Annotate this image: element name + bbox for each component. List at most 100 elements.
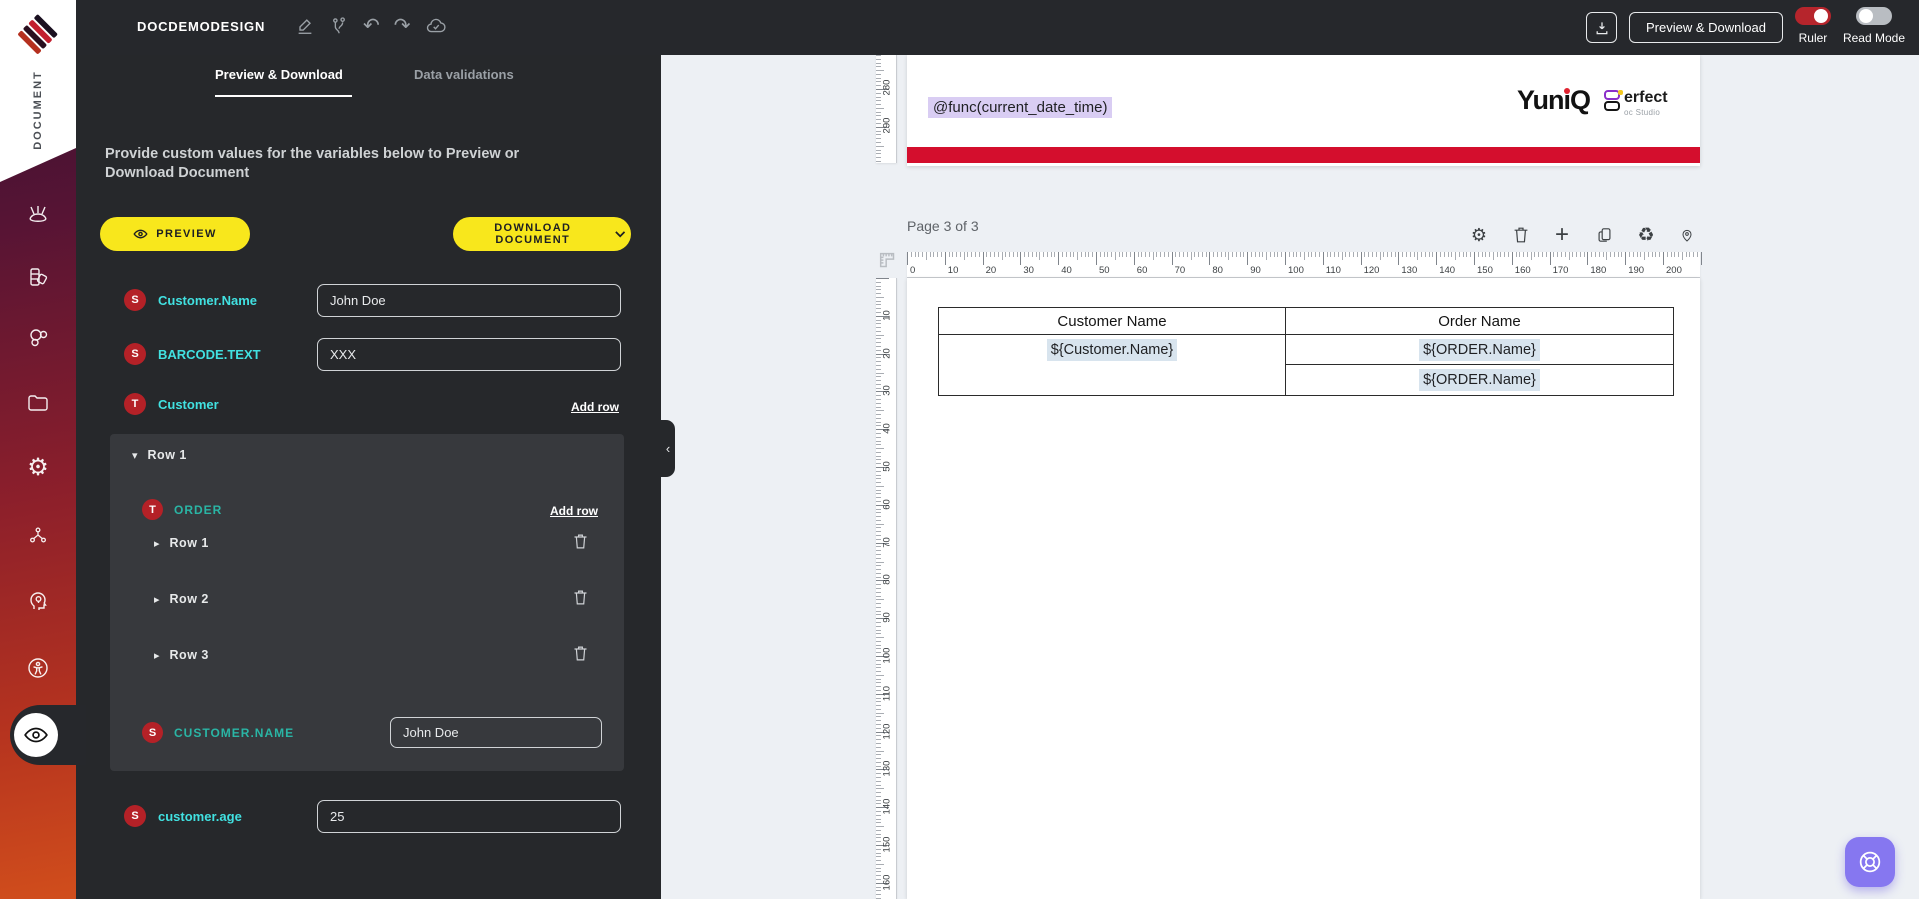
ruler-toggle-knob (1813, 9, 1828, 23)
ruler-tick (876, 708, 881, 710)
ruler-tick (1353, 252, 1355, 257)
node-network-icon (30, 527, 46, 543)
help-floating-button[interactable] (1845, 837, 1895, 887)
barcode-text-input[interactable] (317, 338, 621, 371)
ruler-tick (876, 501, 881, 503)
date-variable-token[interactable]: @func(current_date_time) (928, 97, 1113, 118)
order-name-token[interactable]: ${ORDER.Name} (1419, 338, 1540, 361)
document-page-2[interactable]: @func(current_date_time) YuniQ erfect oc … (907, 55, 1700, 166)
page-delete-icon[interactable] (1509, 223, 1533, 247)
versions-icon[interactable] (329, 16, 349, 36)
order-row-1[interactable]: ▸ Row 1 (154, 536, 209, 550)
preview-button[interactable]: PREVIEW (100, 217, 250, 251)
sidebar-item-accessibility[interactable] (0, 651, 76, 685)
ruler-tick (986, 252, 988, 257)
title-toolbar: ↶ ↷ (295, 12, 447, 40)
ruler-tick (1073, 252, 1075, 257)
sidebar-item-design-tools[interactable] (0, 198, 76, 232)
page-settings-gear-icon[interactable]: ⚙ (1467, 223, 1491, 247)
ruler-tick (876, 395, 881, 397)
table-header-order-name[interactable]: Order Name (1286, 308, 1673, 334)
ruler-tick (1341, 252, 1343, 260)
sidebar-item-network[interactable] (0, 518, 76, 552)
ruler-tick (1322, 252, 1324, 265)
page-duplicate-icon[interactable] (1592, 223, 1616, 247)
ruler-tick (1224, 252, 1226, 257)
delete-row-1-icon[interactable] (573, 533, 588, 555)
document-table[interactable]: Customer Name Order Name ${Customer.Name… (938, 307, 1674, 396)
field-row-customer-name: S CUSTOMER.NAME (142, 722, 294, 743)
document-page-3[interactable]: Customer Name Order Name ${Customer.Name… (907, 278, 1700, 899)
ruler-tick (952, 252, 954, 257)
ruler-tick (967, 252, 969, 257)
tab-data-validations[interactable]: Data validations (414, 67, 514, 82)
ruler-tick (876, 516, 881, 518)
sidebar-item-molecule[interactable] (0, 320, 76, 354)
rename-pencil-icon[interactable] (295, 16, 315, 36)
sidebar-item-settings[interactable]: ⚙ (0, 450, 76, 484)
order-name-token[interactable]: ${ORDER.Name} (1419, 369, 1540, 391)
page-pin-icon[interactable] (1675, 223, 1699, 247)
ruler-tick (876, 761, 881, 763)
redo-icon[interactable]: ↷ (394, 12, 411, 40)
ruler-tick (876, 364, 881, 366)
add-row-link-customer[interactable]: Add row (571, 400, 619, 414)
sidebar-item-color-swatches[interactable] (0, 260, 76, 294)
ruler-tick (1300, 252, 1302, 257)
customer-age-input[interactable] (317, 800, 621, 833)
app-logo[interactable] (14, 12, 60, 58)
ruler-tick (1043, 252, 1045, 257)
ruler-tick (1405, 252, 1407, 257)
customer-name-token[interactable]: ${Customer.Name} (1046, 339, 1178, 361)
ruler-tick (1152, 252, 1154, 260)
table-cell-order-2[interactable]: ${ORDER.Name} (1286, 365, 1673, 395)
cloud-save-icon[interactable] (425, 15, 447, 37)
sidebar-item-ideas[interactable] (0, 584, 76, 618)
read-mode-toggle[interactable] (1855, 7, 1892, 25)
table-header-customer-name[interactable]: Customer Name (939, 308, 1286, 334)
ruler-toggle[interactable] (1794, 7, 1831, 25)
ruler-tick (1663, 252, 1664, 265)
row-1-header[interactable]: ▾ Row 1 (132, 448, 187, 462)
undo-icon[interactable]: ↶ (363, 12, 380, 40)
caret-right-icon: ▸ (154, 593, 160, 606)
table-body: ${Customer.Name} ${ORDER.Name} ${ORDER.N… (939, 335, 1673, 395)
ruler-tick (876, 614, 881, 616)
sidebar-item-preview[interactable] (14, 713, 58, 757)
ruler-tick (925, 252, 927, 260)
ruler-tick (876, 572, 881, 574)
ruler-tick (1697, 252, 1699, 257)
ruler-tick (876, 750, 884, 752)
molecule-icon (30, 329, 48, 347)
sidebar-item-folder[interactable] (0, 386, 76, 420)
ruler-tick (876, 432, 881, 434)
row-customer-name-input[interactable] (390, 717, 602, 748)
order-row-3[interactable]: ▸ Row 3 (154, 648, 209, 662)
table-cell-customer[interactable]: ${Customer.Name} (939, 335, 1286, 395)
tab-preview-download[interactable]: Preview & Download (215, 67, 343, 82)
download-document-button[interactable]: DOWNLOAD DOCUMENT (453, 217, 631, 251)
ruler-tick (1027, 252, 1029, 257)
page-add-icon[interactable]: + (1550, 221, 1574, 248)
ruler-tick (876, 671, 881, 673)
customer-row-1-group: ▾ Row 1 T ORDER Add row ▸ Row 1 ▸ Row 2 (110, 434, 624, 771)
chevron-left-icon: ‹ (665, 441, 671, 456)
panel-collapse-handle[interactable]: ‹ (661, 420, 675, 477)
folder-icon (28, 395, 48, 411)
ruler-tick (1508, 252, 1510, 257)
delete-row-2-icon[interactable] (573, 589, 588, 611)
table-cell-order-1[interactable]: ${ORDER.Name} (1286, 335, 1673, 365)
preview-button-eye-icon (133, 229, 148, 239)
ruler-number: 200 (1666, 265, 1682, 276)
order-row-2[interactable]: ▸ Row 2 (154, 592, 209, 606)
type-badge-string: S (124, 343, 146, 365)
ruler-number: 90 (1250, 265, 1261, 276)
download-icon-button[interactable] (1586, 12, 1617, 43)
add-row-link-order[interactable]: Add row (550, 504, 598, 518)
delete-row-3-icon[interactable] (573, 645, 588, 667)
ruler-tick (1628, 252, 1630, 257)
ruler-tick (963, 252, 965, 260)
customer-name-input[interactable] (317, 284, 621, 317)
page-recycle-icon[interactable]: ♻ (1634, 223, 1658, 247)
preview-download-button[interactable]: Preview & Download (1629, 12, 1783, 43)
